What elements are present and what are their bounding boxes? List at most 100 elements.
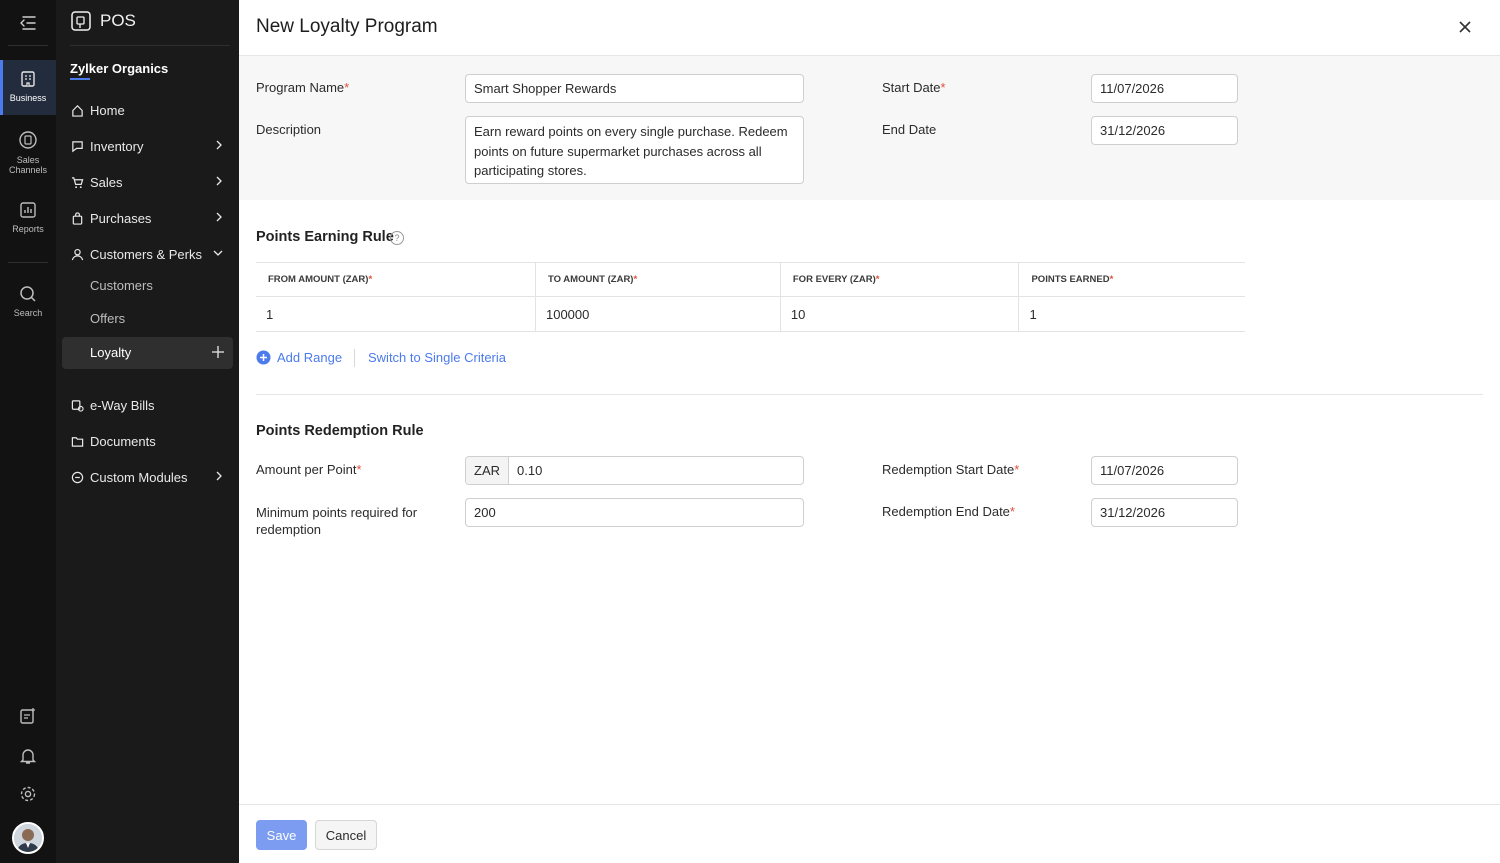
reports-icon: [20, 202, 36, 218]
minimum-points-label: Minimum points required for redemption: [256, 505, 418, 537]
modules-icon: [71, 471, 83, 483]
nav-item-eway-bills[interactable]: e-Way Bills: [70, 394, 232, 416]
rail-item-label: Search: [13, 308, 43, 318]
redemption-start-date-input[interactable]: 11/07/2026: [1091, 456, 1238, 485]
app-name: POS: [100, 11, 136, 30]
link-divider: [354, 349, 355, 367]
nav-item-custom-modules[interactable]: Custom Modules: [70, 466, 232, 488]
avatar[interactable]: [12, 822, 44, 854]
end-date-input[interactable]: 31/12/2026: [1091, 116, 1238, 145]
nav-item-customers-perks[interactable]: Customers & Perks: [70, 243, 232, 265]
from-amount-cell[interactable]: 1: [256, 296, 536, 332]
plus-circle-icon: [256, 350, 271, 365]
rail-item-sales-channels[interactable]: Sales Channels: [0, 130, 56, 180]
description-textarea[interactable]: Earn reward points on every single purch…: [465, 116, 804, 184]
nav-item-label: Custom Modules: [90, 469, 188, 485]
start-date-label: Start Date*: [882, 80, 946, 95]
section-divider: [256, 394, 1483, 395]
nav-item-label: Sales: [90, 174, 123, 190]
earning-rule-title: Points Earning Rule: [256, 229, 394, 245]
chevron-down-icon: [213, 250, 223, 256]
chevron-right-icon: [216, 212, 222, 222]
nav-item-label: e-Way Bills: [90, 397, 155, 413]
organization-underline: [70, 78, 90, 80]
app-header: POS: [70, 10, 136, 32]
end-date-label: End Date: [882, 122, 937, 137]
rail-divider: [8, 45, 48, 46]
form-footer: Save Cancel: [239, 804, 1500, 863]
close-icon[interactable]: [1458, 20, 1472, 34]
nav-item-label: Documents: [90, 433, 156, 449]
nav-sub-item-customers[interactable]: Customers: [90, 278, 153, 293]
nav-sub-item-offers[interactable]: Offers: [90, 311, 125, 326]
chevron-right-icon: [216, 140, 222, 150]
sales-channels-icon: [19, 131, 37, 149]
nav-item-label: Inventory: [90, 138, 144, 154]
amount-per-point-value[interactable]: 0.10: [509, 457, 542, 484]
program-name-label: Program Name*: [256, 80, 350, 95]
redemption-end-date-input[interactable]: 31/12/2026: [1091, 498, 1238, 527]
to-amount-cell[interactable]: 100000: [535, 296, 781, 332]
add-range-link[interactable]: Add Range: [256, 350, 342, 365]
cancel-button[interactable]: Cancel: [315, 820, 377, 850]
nav-item-home[interactable]: Home: [70, 99, 232, 121]
amount-per-point-input[interactable]: ZAR 0.10: [465, 456, 804, 485]
add-note-button[interactable]: [0, 707, 56, 725]
amount-per-point-label: Amount per Point*: [256, 462, 362, 477]
business-icon: [21, 71, 35, 87]
person-icon: [71, 248, 83, 260]
nav-divider: [70, 45, 230, 46]
search-icon: [20, 286, 36, 302]
collapse-menu-button[interactable]: [0, 0, 56, 45]
start-date-input[interactable]: 11/07/2026: [1091, 74, 1238, 103]
chevron-right-icon: [216, 471, 222, 481]
icon-rail: Business Sales Channels Reports Search: [0, 0, 56, 863]
nav-sub-item-label: Loyalty: [90, 345, 132, 360]
description-label: Description: [256, 122, 322, 137]
for-every-cell[interactable]: 10: [780, 296, 1020, 332]
nav-item-inventory[interactable]: Inventory: [70, 135, 232, 157]
rail-item-search[interactable]: Search: [0, 285, 56, 325]
program-name-input[interactable]: Smart Shopper Rewards: [465, 74, 804, 103]
user-avatar-icon: [14, 824, 42, 852]
nav-item-label: Purchases: [90, 210, 152, 226]
add-icon[interactable]: [211, 345, 225, 359]
nav-item-label: Home: [90, 102, 125, 118]
nav-item-sales[interactable]: Sales: [70, 171, 232, 193]
chevron-right-icon: [216, 176, 222, 186]
switch-single-criteria-link[interactable]: Switch to Single Criteria: [368, 350, 506, 365]
redemption-start-date-label: Redemption Start Date*: [882, 462, 1020, 477]
nav-sub-item-loyalty[interactable]: Loyalty: [62, 337, 233, 369]
notifications-button[interactable]: [0, 747, 56, 765]
gear-icon: [20, 786, 36, 802]
column-header-for-every: FOR EVERY (ZAR)*: [780, 262, 1020, 297]
add-note-icon: [20, 708, 35, 724]
organization-name[interactable]: Zylker Organics: [70, 61, 168, 76]
rail-item-reports[interactable]: Reports: [0, 201, 56, 241]
rail-item-label: Reports: [12, 224, 44, 234]
bag-icon: [72, 211, 82, 225]
add-range-label: Add Range: [277, 350, 343, 365]
nav-item-purchases[interactable]: Purchases: [70, 207, 232, 229]
currency-prefix: ZAR: [466, 457, 509, 484]
save-button[interactable]: Save: [256, 820, 307, 850]
redemption-end-date-label: Redemption End Date*: [882, 504, 1015, 519]
pos-logo-icon: [71, 11, 91, 31]
rail-divider: [8, 262, 48, 263]
rail-item-label: Sales Channels: [8, 155, 48, 175]
points-earned-cell[interactable]: 1: [1018, 296, 1245, 332]
settings-button[interactable]: [0, 785, 56, 803]
program-details-section: Program Name* Smart Shopper Rewards Desc…: [239, 56, 1500, 200]
table-row: 1 100000 10 1: [256, 296, 1245, 332]
minimum-points-input[interactable]: 200: [465, 498, 804, 527]
column-header-to-amount: TO AMOUNT (ZAR)*: [535, 262, 781, 297]
main-panel: New Loyalty Program Program Name* Smart …: [239, 0, 1500, 863]
cart-icon: [71, 176, 83, 188]
table-header-row: FROM AMOUNT (ZAR)* TO AMOUNT (ZAR)* FOR …: [256, 262, 1245, 297]
folder-icon: [71, 436, 83, 447]
rail-item-business[interactable]: Business: [0, 60, 56, 115]
help-icon[interactable]: ?: [390, 231, 404, 245]
redemption-rule-title: Points Redemption Rule: [256, 423, 424, 439]
nav-item-label: Customers & Perks: [90, 246, 202, 262]
nav-item-documents[interactable]: Documents: [70, 430, 232, 452]
